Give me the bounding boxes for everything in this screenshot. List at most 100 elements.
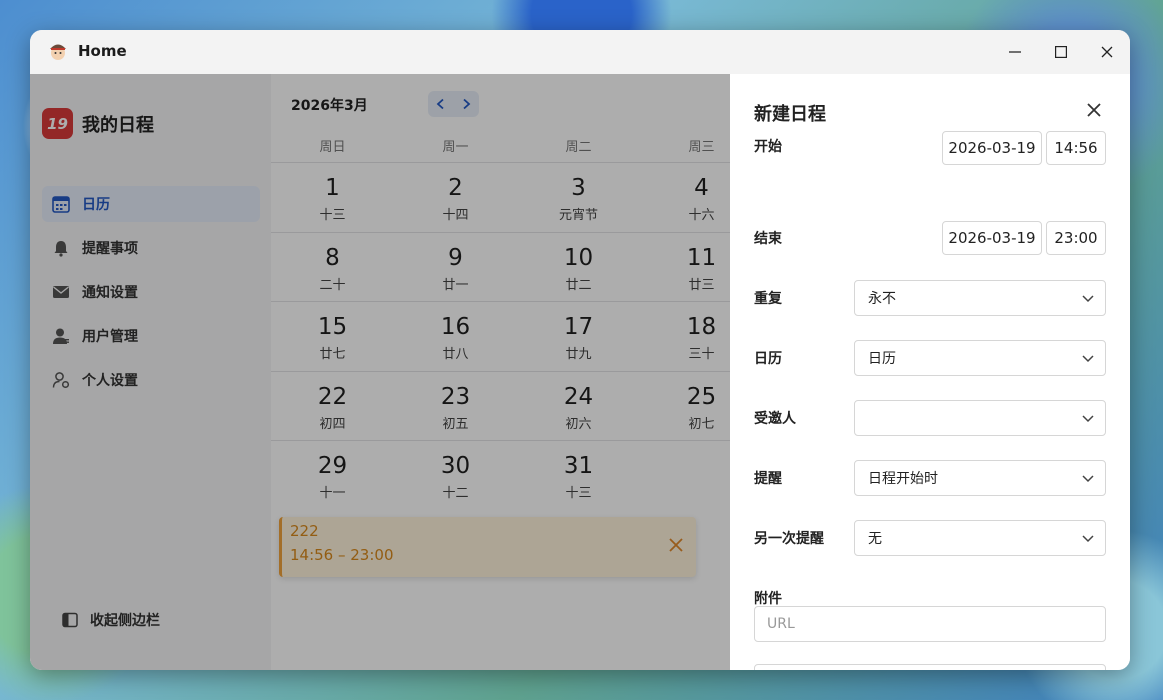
start-label: 开始 — [754, 139, 782, 155]
repeat-value: 永不 — [868, 291, 896, 307]
sidebar-item-label: 提醒事项 — [82, 241, 138, 257]
collapse-sidebar-button[interactable]: 收起侧边栏 — [62, 610, 160, 630]
event-title: 222 — [290, 522, 319, 540]
new-event-panel: 新建日程 开始 2026-03-19 14:56 结束 2026-03-19 2… — [730, 74, 1130, 670]
chevron-left-icon[interactable] — [435, 98, 447, 110]
day-lunar: 十三 — [565, 486, 592, 501]
calendar-day[interactable]: 24 初六 — [517, 372, 640, 441]
sidebar-item-users[interactable]: 用户管理 — [42, 318, 260, 354]
day-lunar: 初五 — [442, 416, 469, 432]
reminder-label: 提醒 — [754, 471, 782, 487]
title-bar[interactable]: Home — [30, 30, 1130, 74]
sidebar-item-calendar[interactable]: 日历 — [42, 186, 260, 222]
day-lunar: 二十 — [319, 277, 346, 293]
window-title: Home — [78, 42, 127, 60]
calendar-day[interactable] — [640, 441, 730, 510]
day-lunar: 初六 — [565, 416, 592, 432]
day-number: 10 — [563, 244, 594, 271]
day-number: 25 — [686, 383, 717, 410]
day-number: 1 — [325, 175, 340, 201]
day-number: 9 — [448, 244, 463, 271]
day-number: 17 — [563, 314, 594, 340]
calendar-day[interactable]: 29 十一 — [271, 441, 394, 510]
event-time: 14:56 – 23:00 — [290, 546, 394, 564]
sidebar-item-label: 用户管理 — [82, 329, 138, 345]
reminder-select[interactable]: 日程开始时 — [854, 460, 1106, 496]
event-card[interactable]: 222 14:56 – 23:00 — [279, 517, 696, 577]
repeat-label: 重复 — [754, 291, 782, 307]
minimize-button[interactable] — [992, 30, 1038, 74]
calendar-day[interactable]: 31 十三 — [517, 441, 640, 510]
event-delete-icon[interactable] — [668, 537, 684, 553]
user-settings-icon — [52, 371, 70, 389]
weekday-label: 周一 — [442, 140, 469, 155]
calendar-select[interactable]: 日历 — [854, 340, 1106, 376]
calendar-day[interactable]: 17 廿九 — [517, 302, 640, 371]
app-logo-icon — [50, 44, 66, 60]
day-lunar: 元宵节 — [558, 208, 598, 223]
calendar-day[interactable]: 15 廿七 — [271, 302, 394, 371]
calendar-day[interactable]: 30 十二 — [394, 441, 517, 510]
calendar-day[interactable]: 25 初七 — [640, 372, 730, 441]
calendar-day[interactable]: 2 十四 — [394, 163, 517, 232]
sidebar-item-label: 个人设置 — [82, 373, 138, 389]
close-window-button[interactable] — [1084, 30, 1130, 74]
day-lunar: 三十 — [688, 347, 715, 362]
calendar-week: 1 十三 2 十四 3 元宵节 4 十六 — [271, 162, 730, 232]
start-date-field[interactable]: 2026-03-19 — [942, 131, 1042, 165]
weekday-header: 周日 周一 周二 周三 — [271, 134, 730, 162]
day-number: 22 — [317, 383, 348, 410]
second-reminder-label: 另一次提醒 — [754, 531, 824, 547]
maximize-button[interactable] — [1038, 30, 1084, 74]
close-panel-icon[interactable] — [1086, 102, 1102, 118]
day-number: 29 — [317, 453, 348, 479]
day-number: 11 — [686, 244, 717, 271]
day-lunar: 十三 — [319, 208, 346, 223]
day-number: 8 — [325, 244, 340, 271]
collapse-sidebar-label: 收起侧边栏 — [90, 613, 160, 629]
calendar-week: 15 廿七 16 廿八 17 廿九 18 三十 — [271, 301, 730, 371]
user-manage-icon — [52, 327, 70, 345]
sidebar-nav: 日历 提醒事项 通知设置 用户管理 个人设置 — [42, 186, 260, 406]
calendar-day[interactable]: 3 元宵节 — [517, 163, 640, 232]
calendar-day[interactable]: 1 十三 — [271, 163, 394, 232]
repeat-select[interactable]: 永不 — [854, 280, 1106, 316]
calendar-day[interactable]: 16 廿八 — [394, 302, 517, 371]
day-number: 3 — [571, 175, 586, 201]
close-icon — [1101, 46, 1113, 58]
calendar-day[interactable]: 9 廿一 — [394, 233, 517, 302]
url-input[interactable] — [754, 606, 1106, 642]
calendar-day[interactable]: 10 廿二 — [517, 233, 640, 302]
calendar-day[interactable]: 4 十六 — [640, 163, 730, 232]
calendar-day[interactable]: 11 廿三 — [640, 233, 730, 302]
attachment-label: 附件 — [754, 591, 782, 607]
next-field[interactable] — [754, 664, 1106, 670]
panel-title: 新建日程 — [754, 104, 826, 125]
brand-logo: 19 — [42, 108, 73, 139]
end-date-field[interactable]: 2026-03-19 — [942, 221, 1042, 255]
day-number: 15 — [317, 314, 348, 340]
calendar-day[interactable]: 22 初四 — [271, 372, 394, 441]
chevron-down-icon — [1082, 295, 1094, 303]
invitees-select[interactable] — [854, 400, 1106, 436]
calendar-day[interactable]: 8 二十 — [271, 233, 394, 302]
month-title: 2026年3月 — [291, 98, 368, 114]
brand: 19 我的日程 — [42, 108, 154, 139]
sidebar-toggle-icon — [62, 612, 78, 628]
day-number: 30 — [440, 453, 471, 479]
calendar-week: 29 十一 30 十二 31 十三 — [271, 440, 730, 510]
chevron-right-icon[interactable] — [460, 98, 472, 110]
day-lunar: 廿八 — [442, 347, 469, 362]
sidebar-item-label: 日历 — [82, 197, 110, 213]
start-time-field[interactable]: 14:56 — [1046, 131, 1106, 165]
sidebar-item-reminders[interactable]: 提醒事项 — [42, 230, 260, 266]
sidebar-item-profile[interactable]: 个人设置 — [42, 362, 260, 398]
calendar-day[interactable]: 23 初五 — [394, 372, 517, 441]
second-reminder-select[interactable]: 无 — [854, 520, 1106, 556]
reminder-value: 日程开始时 — [868, 471, 938, 487]
day-lunar: 廿一 — [442, 277, 469, 293]
sidebar-item-notifications[interactable]: 通知设置 — [42, 274, 260, 310]
calendar-day[interactable]: 18 三十 — [640, 302, 730, 371]
calendar-view: 2026年3月 周日 周一 周二 周三 1 十三 2 十四 3 元宵节 4 十六 8 — [271, 74, 730, 670]
end-time-field[interactable]: 23:00 — [1046, 221, 1106, 255]
